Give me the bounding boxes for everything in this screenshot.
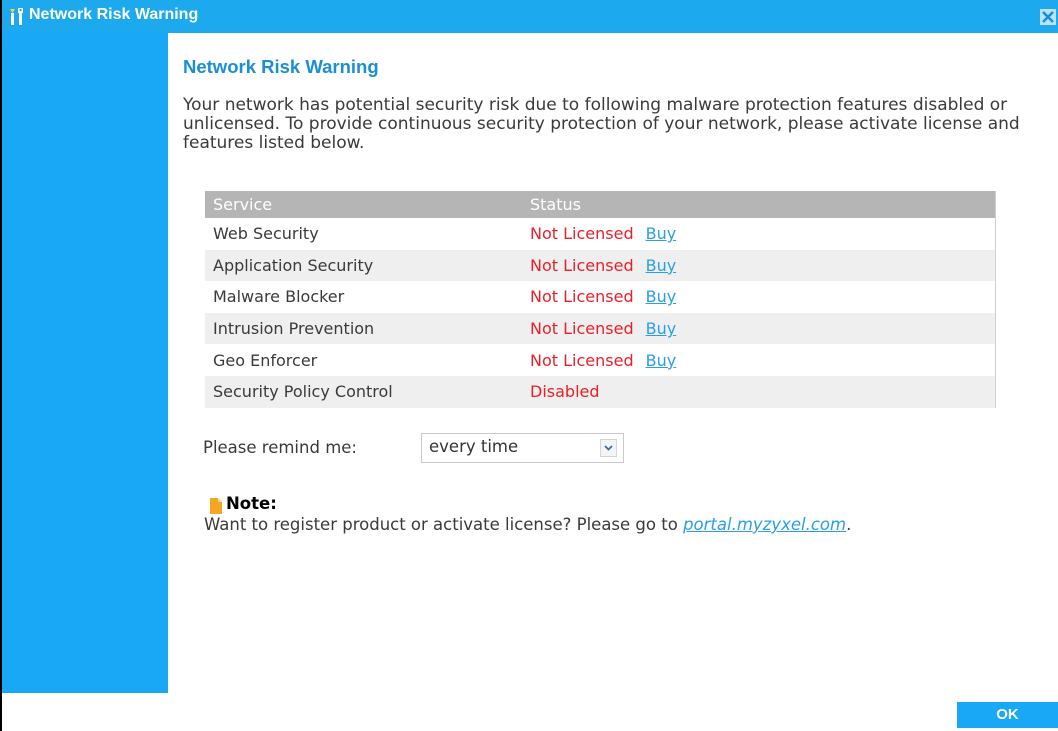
service-name: Geo Enforcer [213, 350, 318, 370]
network-risk-warning-dialog: Network Risk Warning Network Risk Warnin… [0, 0, 1058, 731]
status-text: Not Licensed [530, 255, 634, 275]
buy-link[interactable]: Buy [646, 351, 677, 370]
table-row: Application Security Not Licensed Buy [205, 249, 996, 282]
note-icon [210, 498, 222, 514]
note-suffix: . [846, 515, 852, 534]
service-name: Application Security [205, 249, 522, 282]
table-row: Geo Enforcer Not Licensed Buy [205, 344, 996, 376]
remind-label: Please remind me: [203, 438, 357, 457]
portal-link[interactable]: portal.myzyxel.com [683, 515, 846, 534]
page-heading: Network Risk Warning [183, 56, 379, 77]
intro-text: Your network has potential security risk… [183, 95, 1020, 153]
service-status-table: Service Status Web Security Not Licensed… [205, 191, 996, 408]
table-row: Intrusion Prevention Not Licensed Buy [205, 312, 996, 345]
sidebar-panel [2, 33, 168, 693]
status-cell: Not Licensed Buy [522, 344, 996, 376]
table-header-row: Service Status [205, 191, 996, 218]
status-text: Not Licensed [530, 287, 634, 307]
status-text: Not Licensed [530, 350, 634, 370]
service-name: Intrusion Prevention [205, 312, 522, 345]
table-row: Malware Blocker Not Licensed Buy [205, 281, 996, 313]
note-text: Want to register product or activate lic… [204, 515, 851, 534]
dropdown-arrow-button[interactable] [600, 439, 617, 457]
buy-link[interactable]: Buy [646, 256, 677, 275]
ok-button[interactable]: OK [957, 702, 1058, 728]
status-cell: Disabled [522, 375, 996, 408]
table-row: Web Security Not Licensed Buy [205, 218, 996, 250]
status-cell: Not Licensed Buy [522, 281, 996, 313]
remind-frequency-select[interactable]: every time [421, 433, 624, 463]
column-header-service: Service [205, 191, 522, 218]
buy-link[interactable]: Buy [646, 224, 677, 243]
title-bar: Network Risk Warning [2, 0, 1058, 33]
buy-link[interactable]: Buy [646, 287, 677, 306]
buy-link[interactable]: Buy [646, 319, 677, 338]
note-message: Want to register product or activate lic… [204, 515, 684, 534]
window-title: Network Risk Warning [29, 6, 199, 23]
status-cell: Not Licensed Buy [522, 218, 996, 250]
status-cell: Not Licensed Buy [522, 249, 996, 282]
status-text: Disabled [530, 382, 600, 402]
status-text: Not Licensed [530, 224, 634, 244]
remind-selected-value: every time [429, 437, 519, 456]
close-button[interactable] [1040, 9, 1056, 25]
service-name: Malware Blocker [213, 287, 345, 307]
status-text: Not Licensed [530, 319, 634, 339]
table-row: Security Policy Control Disabled [205, 375, 996, 408]
service-name: Web Security [213, 224, 319, 244]
tools-icon [9, 8, 25, 26]
close-icon [1042, 11, 1054, 23]
chevron-down-icon [604, 445, 613, 451]
service-name: Security Policy Control [205, 375, 522, 408]
column-header-status: Status [522, 191, 996, 218]
note-title: Note: [226, 494, 277, 513]
status-cell: Not Licensed Buy [522, 312, 996, 345]
